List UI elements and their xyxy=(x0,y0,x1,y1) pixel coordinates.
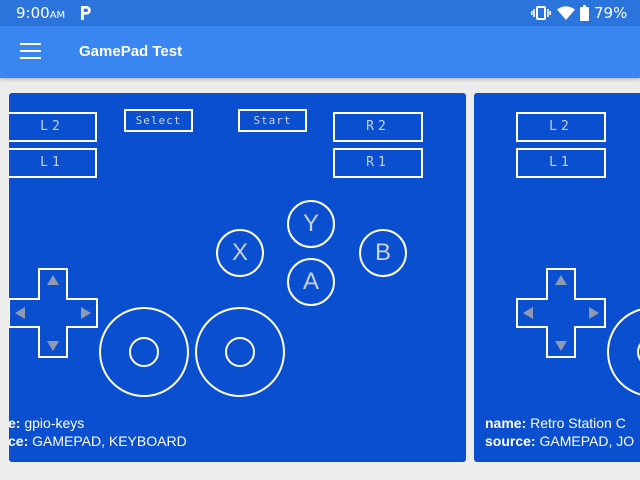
dpad-right-icon xyxy=(589,307,599,319)
dpad-down-icon xyxy=(47,341,59,351)
select-button[interactable]: Select xyxy=(124,109,193,132)
left-analog-stick[interactable] xyxy=(607,307,640,397)
battery-icon xyxy=(580,5,589,21)
dpad[interactable] xyxy=(9,268,98,358)
device-source: source: GAMEPAD, JO xyxy=(485,433,635,449)
wifi-icon xyxy=(557,6,575,20)
clock: 9:00AM xyxy=(16,4,66,22)
dpad-left-icon xyxy=(523,307,533,319)
hamburger-menu-icon[interactable] xyxy=(16,40,46,64)
p-icon xyxy=(81,6,91,20)
x-button[interactable]: X xyxy=(216,229,264,277)
dpad-down-icon xyxy=(555,341,567,351)
r2-button[interactable]: R2 xyxy=(333,112,423,142)
right-stick-knob xyxy=(225,337,255,367)
r1-button[interactable]: R1 xyxy=(333,148,423,178)
b-button[interactable]: B xyxy=(359,229,407,277)
dpad-up-icon xyxy=(555,275,567,285)
dpad-up-icon xyxy=(47,275,59,285)
dpad-right-icon xyxy=(81,307,91,319)
app-bar: GamePad Test xyxy=(0,26,640,78)
device-name: name: Retro Station C xyxy=(485,415,626,431)
start-button[interactable]: Start xyxy=(238,109,307,132)
app-title: GamePad Test xyxy=(79,43,183,60)
l1-button[interactable]: L1 xyxy=(9,148,97,178)
dpad-left-icon xyxy=(15,307,25,319)
right-analog-stick[interactable] xyxy=(195,307,285,397)
left-analog-stick[interactable] xyxy=(99,307,189,397)
battery-percent: 79% xyxy=(594,4,628,22)
vibrate-icon xyxy=(531,6,551,20)
l2-button[interactable]: L2 xyxy=(9,112,97,142)
dpad[interactable] xyxy=(516,268,606,358)
gamepad-card: L2 L1 Select Start R2 R1 Y X B A e: gpio… xyxy=(9,93,466,462)
a-button[interactable]: A xyxy=(287,258,335,306)
l1-button[interactable]: L1 xyxy=(516,148,606,178)
left-stick-knob xyxy=(129,337,159,367)
status-bar: 9:00AM 79% xyxy=(0,0,640,26)
device-name: e: gpio-keys xyxy=(9,415,85,431)
clock-ampm: AM xyxy=(49,10,66,21)
device-source: ce: GAMEPAD, KEYBOARD xyxy=(9,433,187,449)
gamepad-card: L2 L1 name: Retro Station C source: GAME… xyxy=(474,93,640,462)
l2-button[interactable]: L2 xyxy=(516,112,606,142)
y-button[interactable]: Y xyxy=(287,200,335,248)
